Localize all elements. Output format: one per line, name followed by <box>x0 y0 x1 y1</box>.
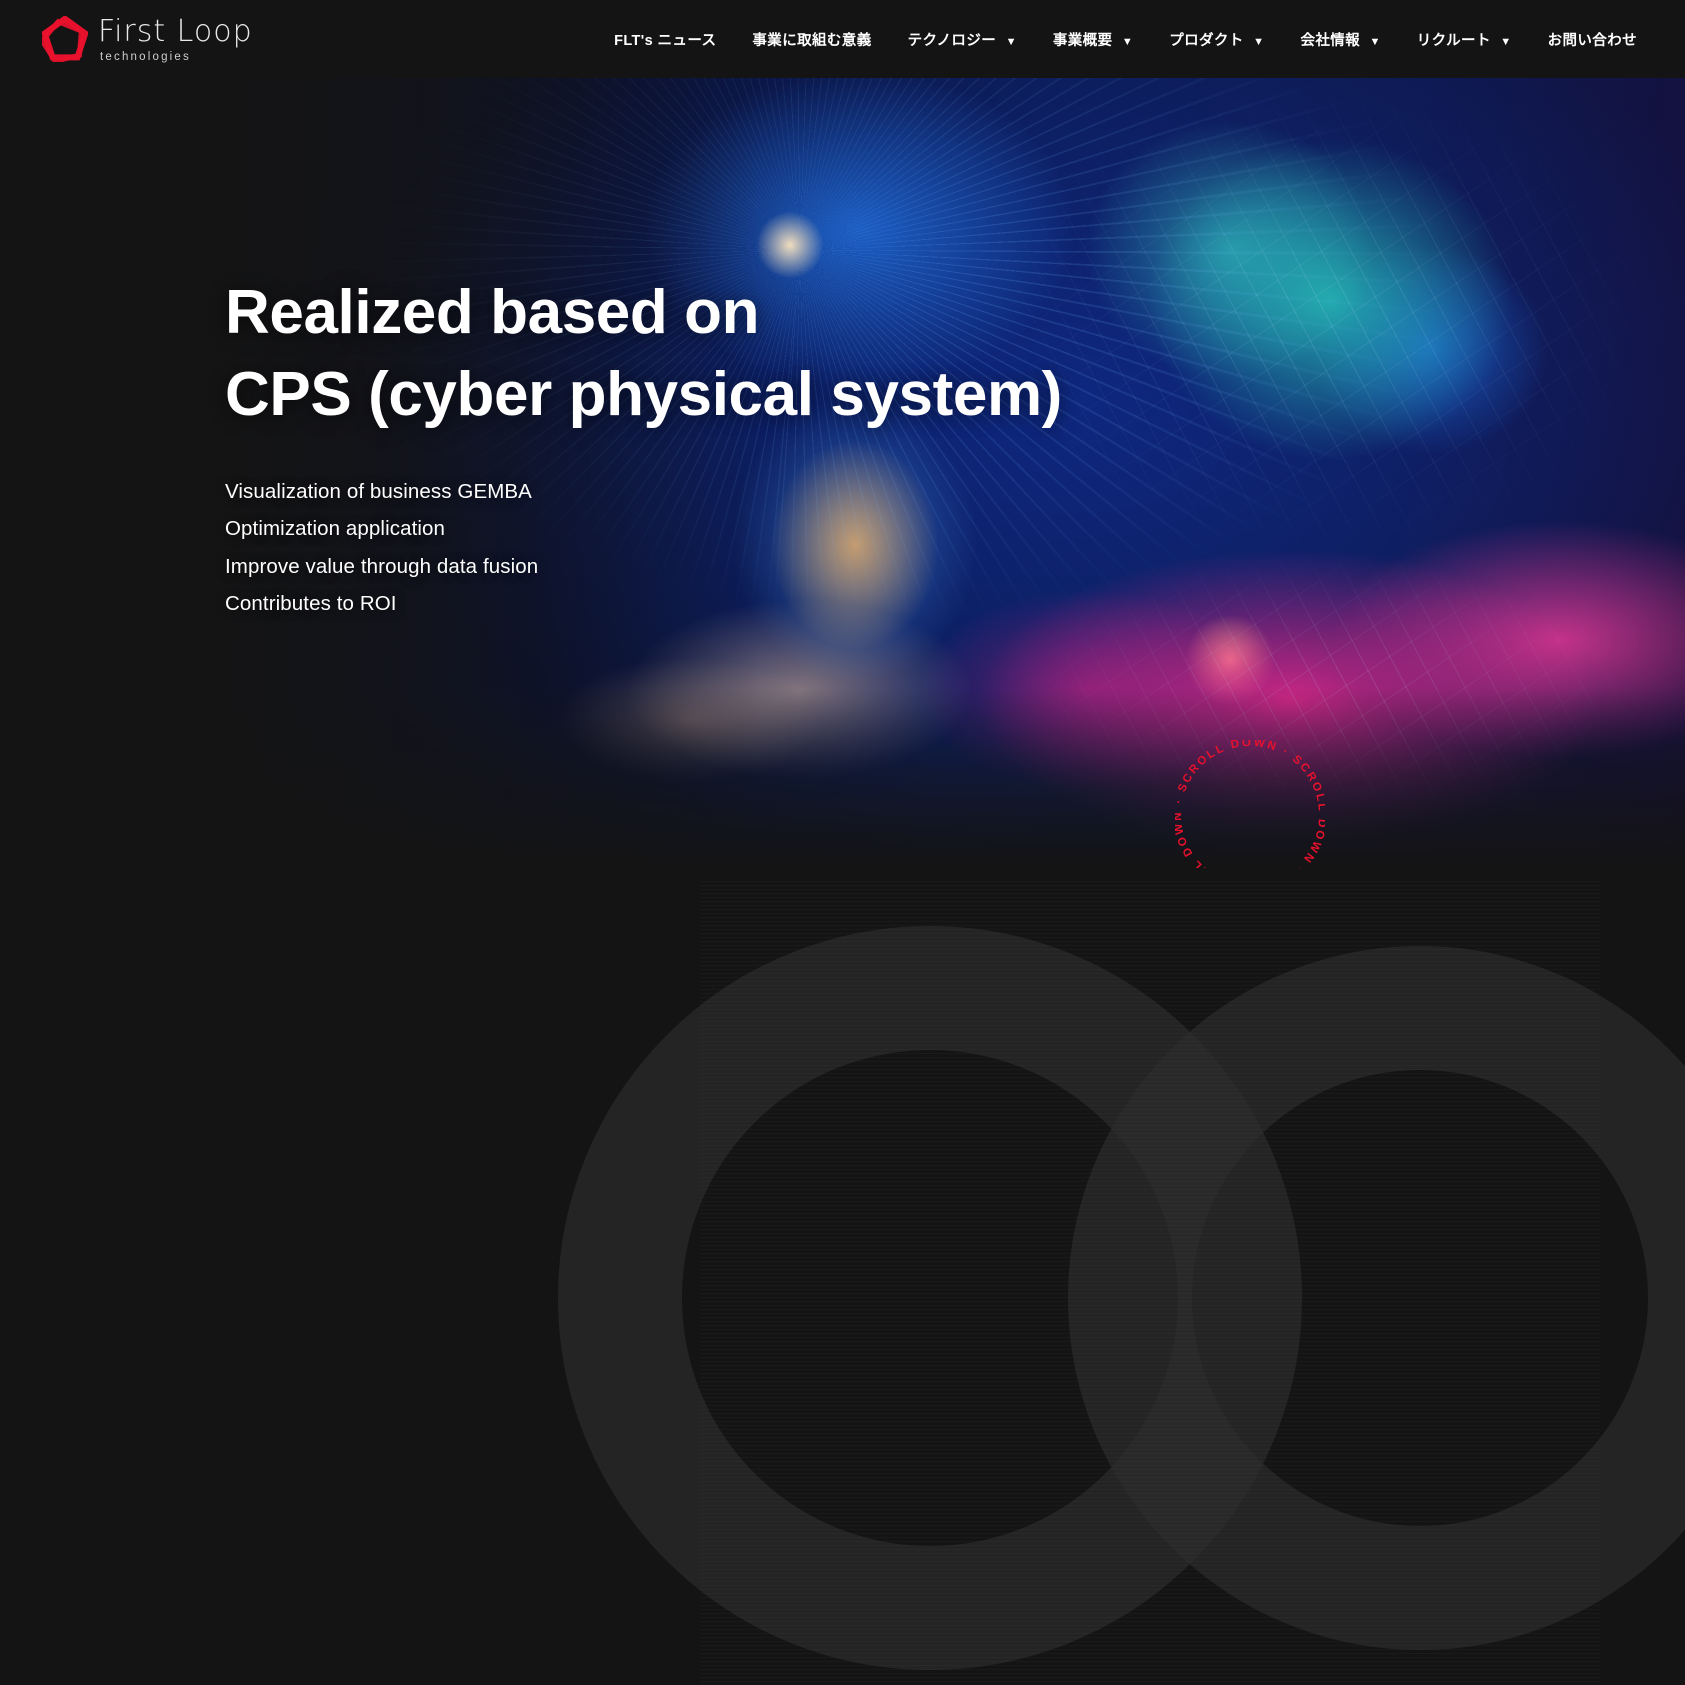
hero-bullet-item: Improve value through data fusion <box>225 554 539 578</box>
logo-tagline: technologies <box>100 50 191 63</box>
nav-label: 事業概要 <box>1052 32 1113 49</box>
scroll-down-indicator[interactable]: SCROLL DOWN · SCROLL DOWN · SCROLL DOWN … <box>1175 740 1325 868</box>
hero-bullet-item: Optimization application <box>225 517 446 541</box>
nav-label: 事業に取組む意義 <box>752 32 872 49</box>
site-logo[interactable]: First Loop technologies <box>42 15 253 64</box>
chevron-down-icon: ▼ <box>1500 35 1512 48</box>
hero-section: Realized based on CPS (cyber physical sy… <box>0 0 1685 868</box>
main-navigation[interactable]: FLT's ニュース 事業に取組む意義 テクノロジー ▼ 事業概要 ▼ プロダク… <box>596 21 1655 58</box>
hero-bullet-item: Visualization of business GEMBA <box>225 479 532 503</box>
hero-bullet-list: Visualization of business GEMBA Optimiza… <box>225 473 1062 623</box>
nav-item-contact[interactable]: お問い合わせ <box>1530 21 1655 58</box>
hero-copy: Realized based on CPS (cyber physical sy… <box>225 272 1062 623</box>
hero-bottom-gradient-overlay <box>0 688 1685 868</box>
nav-label: プロダクト <box>1169 32 1244 49</box>
site-header: First Loop technologies FLT's ニュース 事業に取組… <box>0 0 1685 78</box>
scroll-down-label: SCROLL DOWN · SCROLL DOWN · SCROLL DOWN … <box>1175 740 1325 868</box>
hero-title: Realized based on CPS (cyber physical sy… <box>225 272 1062 437</box>
chevron-down-icon: ▼ <box>1369 35 1381 48</box>
nav-item-business-goals[interactable]: 事業に取組む意義 <box>734 21 889 58</box>
hero-title-line-1: Realized based on <box>225 278 760 347</box>
nav-item-technology[interactable]: テクノロジー ▼ <box>890 21 1035 58</box>
chevron-down-icon: ▼ <box>1253 35 1265 48</box>
nav-label: FLT's ニュース <box>614 32 717 49</box>
nav-item-business-overview[interactable]: 事業概要 ▼ <box>1035 21 1151 58</box>
nav-item-company[interactable]: 会社情報 ▼ <box>1282 21 1398 58</box>
nav-label: リクルート <box>1416 32 1491 49</box>
service-cards-section: FLT's ニュース FLT's NEWS 事業に取組む意義 BUSINESS … <box>0 868 1685 1685</box>
chevron-down-icon: ▼ <box>1121 35 1134 48</box>
page-root: First Loop technologies FLT's ニュース 事業に取組… <box>0 0 1685 1685</box>
hero-title-line-2: CPS (cyber physical system) <box>225 360 1062 430</box>
infinity-loop-background-decoration <box>558 926 1685 1670</box>
nav-label: お問い合わせ <box>1547 32 1637 49</box>
pentagon-loop-logo-icon <box>42 16 88 62</box>
nav-item-recruit[interactable]: リクルート ▼ <box>1399 21 1530 58</box>
chevron-down-icon: ▼ <box>1005 35 1017 48</box>
nav-item-product[interactable]: プロダクト ▼ <box>1151 21 1282 58</box>
hero-bullet-item: Contributes to ROI <box>225 592 397 616</box>
nav-label: 会社情報 <box>1300 32 1361 49</box>
nav-label: テクノロジー <box>907 32 997 49</box>
logo-title: First Loop <box>98 13 253 49</box>
nav-item-news[interactable]: FLT's ニュース <box>596 21 734 58</box>
